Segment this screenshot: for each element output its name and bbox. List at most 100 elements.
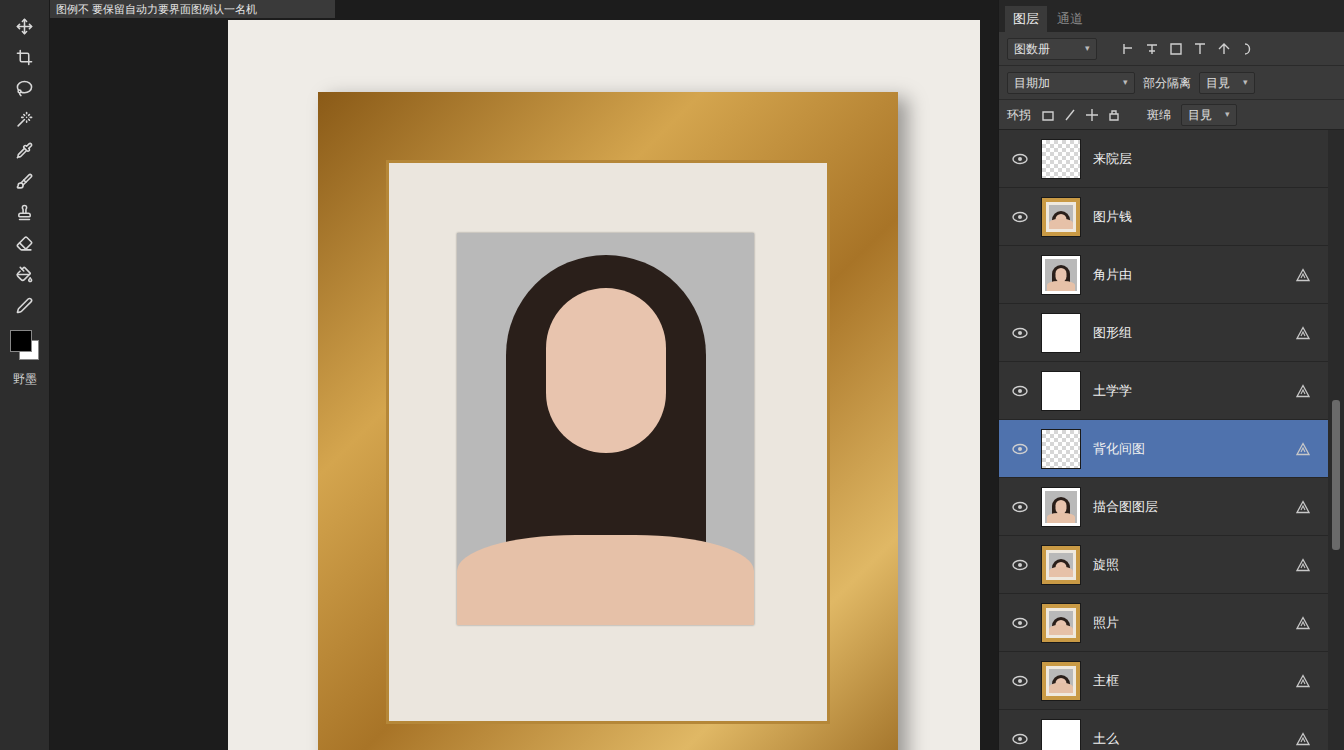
layer-row[interactable]: 主框	[999, 652, 1328, 710]
smart-filter-icon[interactable]	[1217, 42, 1231, 56]
tool-button[interactable]	[12, 202, 38, 222]
tool-icon[interactable]	[16, 111, 33, 128]
tool-icon[interactable]	[16, 235, 33, 252]
layer-row[interactable]: 图片钱	[999, 188, 1328, 246]
layer-name: 背化间图	[1093, 439, 1284, 459]
layer-thumbnail	[1041, 255, 1081, 295]
layer-row[interactable]: 旋照	[999, 536, 1328, 594]
picture-frame	[318, 92, 898, 750]
tool-button[interactable]	[12, 16, 38, 36]
layer-row[interactable]: 照片	[999, 594, 1328, 652]
scrollbar[interactable]	[1328, 130, 1344, 750]
type-filter-icon[interactable]	[1169, 42, 1183, 56]
eye-icon[interactable]	[1011, 675, 1029, 687]
tool-bar: 野墨	[0, 0, 50, 750]
layer-row[interactable]: 土么	[999, 710, 1328, 750]
tool-button[interactable]	[12, 140, 38, 160]
layer-name: 角片由	[1093, 265, 1284, 285]
opacity-field[interactable]: 目見▾	[1199, 72, 1255, 94]
tool-label: 野墨	[13, 371, 37, 387]
layer-name: 图片钱	[1093, 207, 1284, 227]
layer-name: 图形组	[1093, 323, 1284, 343]
layer-name: 描合图图层	[1093, 497, 1284, 517]
document-tab[interactable]: 图例不 要保留自动力要界面图例认一名机	[50, 0, 335, 18]
pixel-filter-icon[interactable]	[1121, 42, 1135, 56]
eye-icon[interactable]	[1011, 559, 1029, 571]
eye-icon[interactable]	[1011, 733, 1029, 745]
blend-mode-dropdown[interactable]: 目期加▾	[1007, 72, 1135, 94]
link-icon	[1296, 442, 1310, 456]
tool-button[interactable]	[12, 295, 38, 315]
layer-name: 旋照	[1093, 555, 1284, 575]
panel-tabs: 图层通道	[999, 0, 1344, 32]
tool-button[interactable]	[12, 264, 38, 284]
layers-panel: 图层通道图数册▾目期加▾部分隔离目見▾环拐斑绵目見▾来院层图片钱角片由图形组土学…	[998, 0, 1344, 750]
app-window: 野墨图例不 要保留自动力要界面图例认一名机图层通道图数册▾目期加▾部分隔离目見▾…	[0, 0, 1344, 750]
tool-icon[interactable]	[16, 297, 33, 314]
opacity-label: 部分隔离	[1143, 74, 1191, 92]
layer-row[interactable]: 描合图图层	[999, 478, 1328, 536]
tool-icon[interactable]	[16, 80, 33, 97]
panel-tab[interactable]: 通道	[1049, 6, 1091, 32]
lock-paint-icon[interactable]	[1063, 108, 1077, 122]
eye-icon[interactable]	[1011, 211, 1029, 223]
tool-button[interactable]	[12, 109, 38, 129]
link-icon	[1296, 268, 1310, 282]
tool-button[interactable]	[12, 171, 38, 191]
lock-all-icon[interactable]	[1107, 108, 1121, 122]
color-swatches[interactable]	[10, 330, 40, 360]
layer-row[interactable]: 图形组	[999, 304, 1328, 362]
scrollbar-thumb[interactable]	[1332, 400, 1340, 550]
layer-thumbnail	[1041, 197, 1081, 237]
eye-icon[interactable]	[1011, 501, 1029, 513]
eye-icon[interactable]	[1011, 327, 1029, 339]
layer-row[interactable]: 土学学	[999, 362, 1328, 420]
tool-button[interactable]	[12, 233, 38, 253]
eye-icon[interactable]	[1011, 153, 1029, 165]
layer-row[interactable]: 角片由	[999, 246, 1328, 304]
tool-icon[interactable]	[16, 142, 33, 159]
tool-button[interactable]	[12, 47, 38, 67]
layer-thumbnail	[1041, 487, 1081, 527]
adjust-filter-icon[interactable]	[1145, 42, 1159, 56]
portrait-block	[1045, 491, 1077, 523]
layer-name: 土学学	[1093, 381, 1284, 401]
link-icon	[1296, 616, 1310, 630]
lock-pixels-icon[interactable]	[1041, 108, 1055, 122]
tool-icon[interactable]	[16, 266, 33, 283]
tool-icon[interactable]	[16, 18, 33, 35]
portrait-block	[1049, 669, 1073, 693]
canvas-area: 图例不 要保留自动力要界面图例认一名机	[50, 0, 998, 750]
layer-thumbnail	[1041, 545, 1081, 585]
portrait-block	[1049, 553, 1073, 577]
fill-field[interactable]: 目見▾	[1181, 104, 1237, 126]
fill-label: 斑绵	[1147, 106, 1171, 124]
document-canvas[interactable]	[228, 20, 980, 750]
tool-icon[interactable]	[16, 49, 33, 66]
layer-name: 照片	[1093, 613, 1284, 633]
panel-tab[interactable]: 图层	[1005, 6, 1047, 32]
portrait-block	[1049, 611, 1073, 635]
layer-name: 土么	[1093, 729, 1284, 749]
layer-thumbnail	[1041, 313, 1081, 353]
layer-name: 来院层	[1093, 149, 1284, 169]
eye-icon[interactable]	[1011, 617, 1029, 629]
layer-name: 主框	[1093, 671, 1284, 691]
lock-label: 环拐	[1007, 106, 1031, 124]
layer-row[interactable]: 来院层	[999, 130, 1328, 188]
lock-position-icon[interactable]	[1085, 108, 1099, 122]
tool-icon[interactable]	[16, 204, 33, 221]
link-icon	[1296, 732, 1310, 746]
layer-row[interactable]: 背化间图	[999, 420, 1328, 478]
tool-button[interactable]	[12, 78, 38, 98]
layer-filter-dropdown[interactable]: 图数册▾	[1007, 38, 1097, 60]
portrait-block	[1045, 259, 1077, 291]
toggle-filter-icon[interactable]	[1241, 42, 1255, 56]
layer-thumbnail	[1041, 429, 1081, 469]
eye-icon[interactable]	[1011, 443, 1029, 455]
eye-icon[interactable]	[1011, 385, 1029, 397]
tool-icon[interactable]	[16, 173, 33, 190]
shape-filter-icon[interactable]	[1193, 42, 1207, 56]
link-icon	[1296, 384, 1310, 398]
layer-list: 来院层图片钱角片由图形组土学学背化间图描合图图层旋照照片主框土么	[999, 130, 1328, 750]
